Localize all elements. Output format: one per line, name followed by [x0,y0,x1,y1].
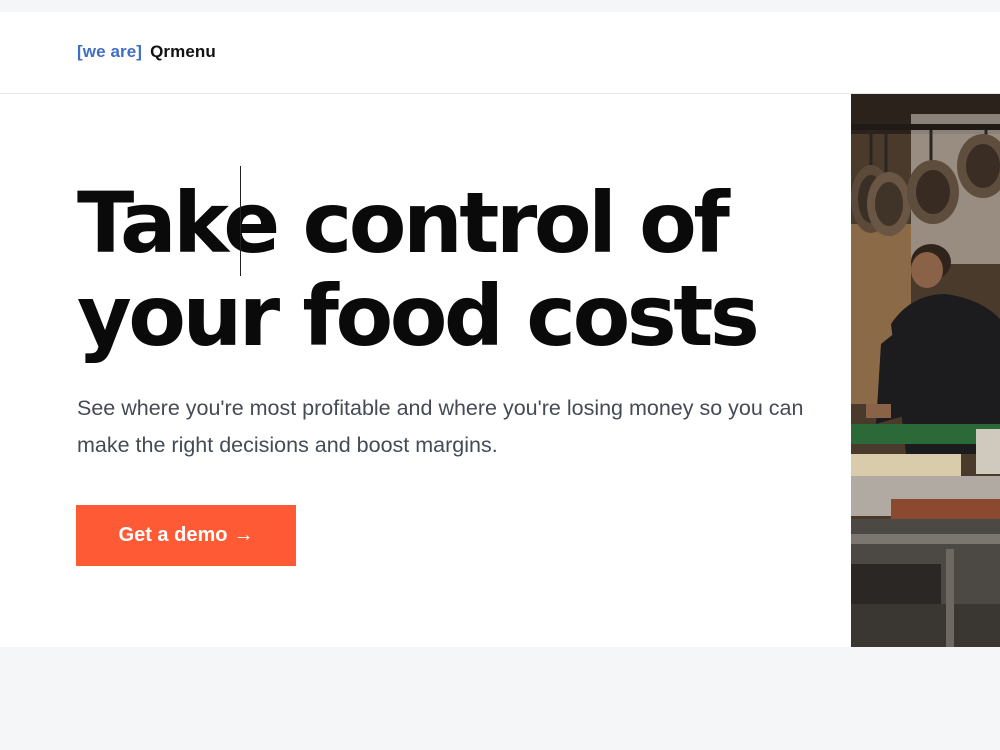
hero-section: Take control of your food costs See wher… [0,94,1000,647]
page-background-band [0,647,1000,750]
top-strip [0,0,1000,12]
hero-subtext: See where you're most profitable and whe… [77,396,804,457]
get-demo-label: Get a demo [118,524,228,546]
hero-headline: Take control of your food costs [77,174,760,365]
arrow-right-icon: → [233,524,254,546]
brand-logo[interactable]: [we are] Qrmenu [77,42,216,62]
brand-name: Qrmenu [150,42,216,61]
kitchen-photo-illustration [851,94,1000,647]
navbar: [we are] Qrmenu [0,12,1000,94]
text-cursor [240,166,241,276]
brand-tag: [we are] [77,42,143,61]
get-demo-button[interactable]: Get a demo → [76,505,296,566]
kitchen-photo [851,94,1000,647]
